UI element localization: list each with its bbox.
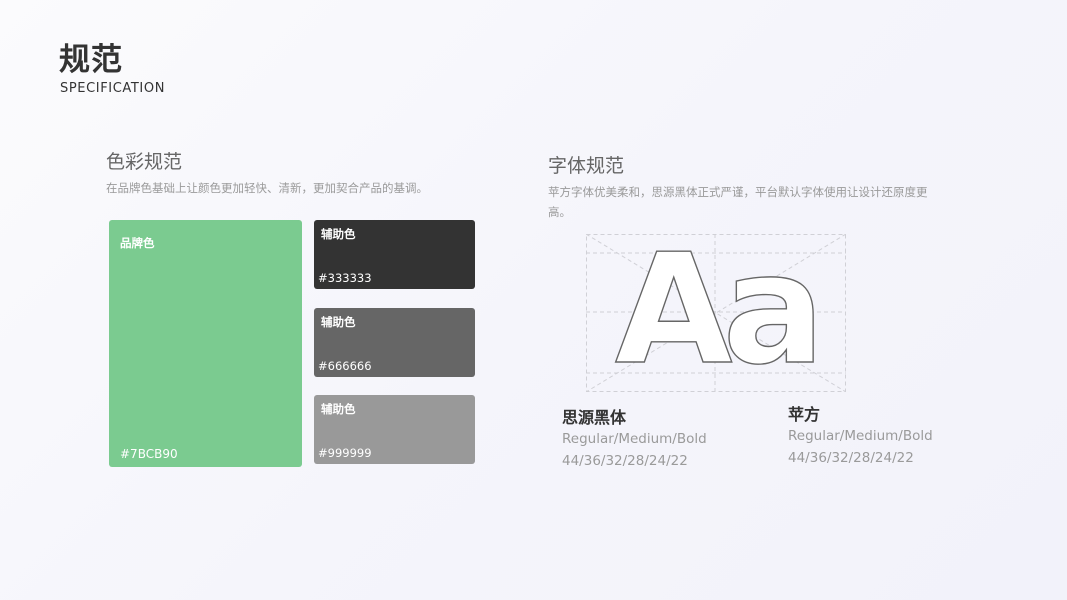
font-sizes-pingfang: 44/36/32/28/24/22	[788, 450, 914, 466]
aux-color-label: 辅助色	[321, 315, 356, 329]
font-section-title: 字体规范	[548, 155, 625, 177]
font-name-source-han: 思源黑体	[562, 408, 627, 427]
color-section-description: 在品牌色基础上让颜色更加轻快、清新，更加契合产品的基调。	[106, 181, 428, 195]
page-subtitle: SPECIFICATION	[60, 81, 166, 96]
aux-color-hex: #333333	[318, 271, 372, 285]
glyph-guide-grid: Aa	[585, 220, 847, 399]
aux-color-hex: #999999	[318, 446, 372, 460]
aux-color-label: 辅助色	[321, 402, 356, 416]
aux-color-swatch-3: 辅助色 #999999	[314, 395, 475, 464]
font-sizes-source-han: 44/36/32/28/24/22	[562, 453, 688, 469]
brand-color-hex: #7BCB90	[120, 447, 178, 461]
aux-color-label: 辅助色	[321, 227, 356, 241]
aux-color-swatch-2: 辅助色 #666666	[314, 308, 475, 377]
page-title: 规范	[59, 42, 123, 78]
brand-color-swatch: 品牌色 #7BCB90	[109, 220, 302, 467]
aux-color-hex: #666666	[318, 359, 372, 373]
glyph-specimen: Aa	[585, 220, 847, 399]
aux-color-swatch-1: 辅助色 #333333	[314, 220, 475, 289]
font-weights-source-han: Regular/Medium/Bold	[562, 431, 707, 447]
font-name-pingfang: 苹方	[788, 405, 821, 424]
glyph-sample-text: Aa	[615, 234, 815, 392]
color-section-title: 色彩规范	[106, 151, 183, 173]
brand-color-label: 品牌色	[120, 236, 155, 250]
font-section-description: 苹方字体优美柔和，思源黑体正式严谨，平台默认字体使用让设计还原度更高。	[548, 185, 928, 219]
font-weights-pingfang: Regular/Medium/Bold	[788, 428, 933, 444]
